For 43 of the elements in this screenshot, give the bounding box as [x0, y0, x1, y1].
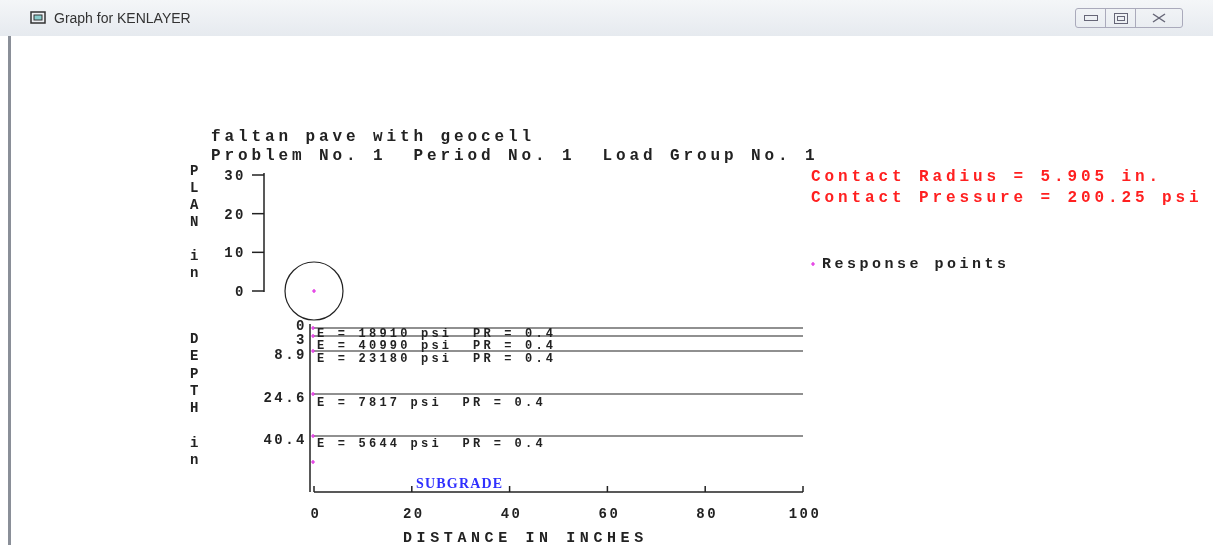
response-point-marker [310, 391, 316, 397]
layer-properties: E = 40990 psi PR = 0.4 [317, 339, 557, 353]
tick-label: 10 [224, 245, 246, 262]
close-icon [1152, 13, 1166, 23]
response-point-marker [310, 459, 316, 465]
layer-properties: E = 7817 psi PR = 0.4 [317, 396, 546, 410]
response-point-marker [310, 325, 316, 331]
depth-label: 24.6 [263, 390, 307, 406]
window-icon [30, 11, 46, 25]
tick-label: 80 [696, 506, 719, 522]
depth-label: 8.9 [274, 347, 307, 363]
tick-label: 20 [224, 206, 246, 223]
response-point-marker [810, 261, 816, 267]
contact-info: Contact Pressure = 200.25 psi [811, 189, 1203, 207]
depth-label: 40.4 [263, 432, 307, 448]
tick-label: 0 [310, 506, 322, 522]
response-point-marker [310, 348, 316, 354]
tick-label: 20 [402, 506, 425, 522]
tick-label: 30 [224, 168, 246, 184]
tick-label: 0 [235, 284, 246, 300]
axis-label: PLAN in [190, 163, 199, 281]
depth-label: 0 [296, 318, 307, 334]
tick-label: 60 [598, 506, 621, 522]
contact-info: Contact Radius = 5.905 in. [811, 168, 1163, 186]
load-circle [284, 261, 344, 321]
tick-label: 40 [500, 506, 523, 522]
problem-info: Problem No. 1 Period No. 1 Load Group No. 1 [211, 147, 819, 165]
depth-label: 3 [296, 332, 307, 348]
axis-label: DEPTH in [190, 331, 199, 469]
window-title: Graph for KENLAYER [54, 8, 191, 28]
response-point-marker [310, 433, 316, 439]
subgrade-label: SUBGRADE [416, 476, 504, 491]
layer-properties: E = 5644 psi PR = 0.4 [317, 437, 546, 451]
response-point-marker [311, 288, 317, 294]
minimize-icon [1083, 15, 1098, 21]
layer-properties: E = 23180 psi PR = 0.4 [317, 352, 557, 366]
tick-label: 100 [788, 506, 822, 522]
layer-properties: E = 18910 psi PR = 0.4 [317, 327, 557, 341]
problem-title: faltan pave with geocell [211, 128, 536, 146]
maximize-icon [1113, 12, 1128, 24]
axis-label: DISTANCE IN INCHES [403, 530, 648, 545]
legend-label: Response points [822, 256, 1010, 273]
response-point-marker [310, 333, 316, 339]
